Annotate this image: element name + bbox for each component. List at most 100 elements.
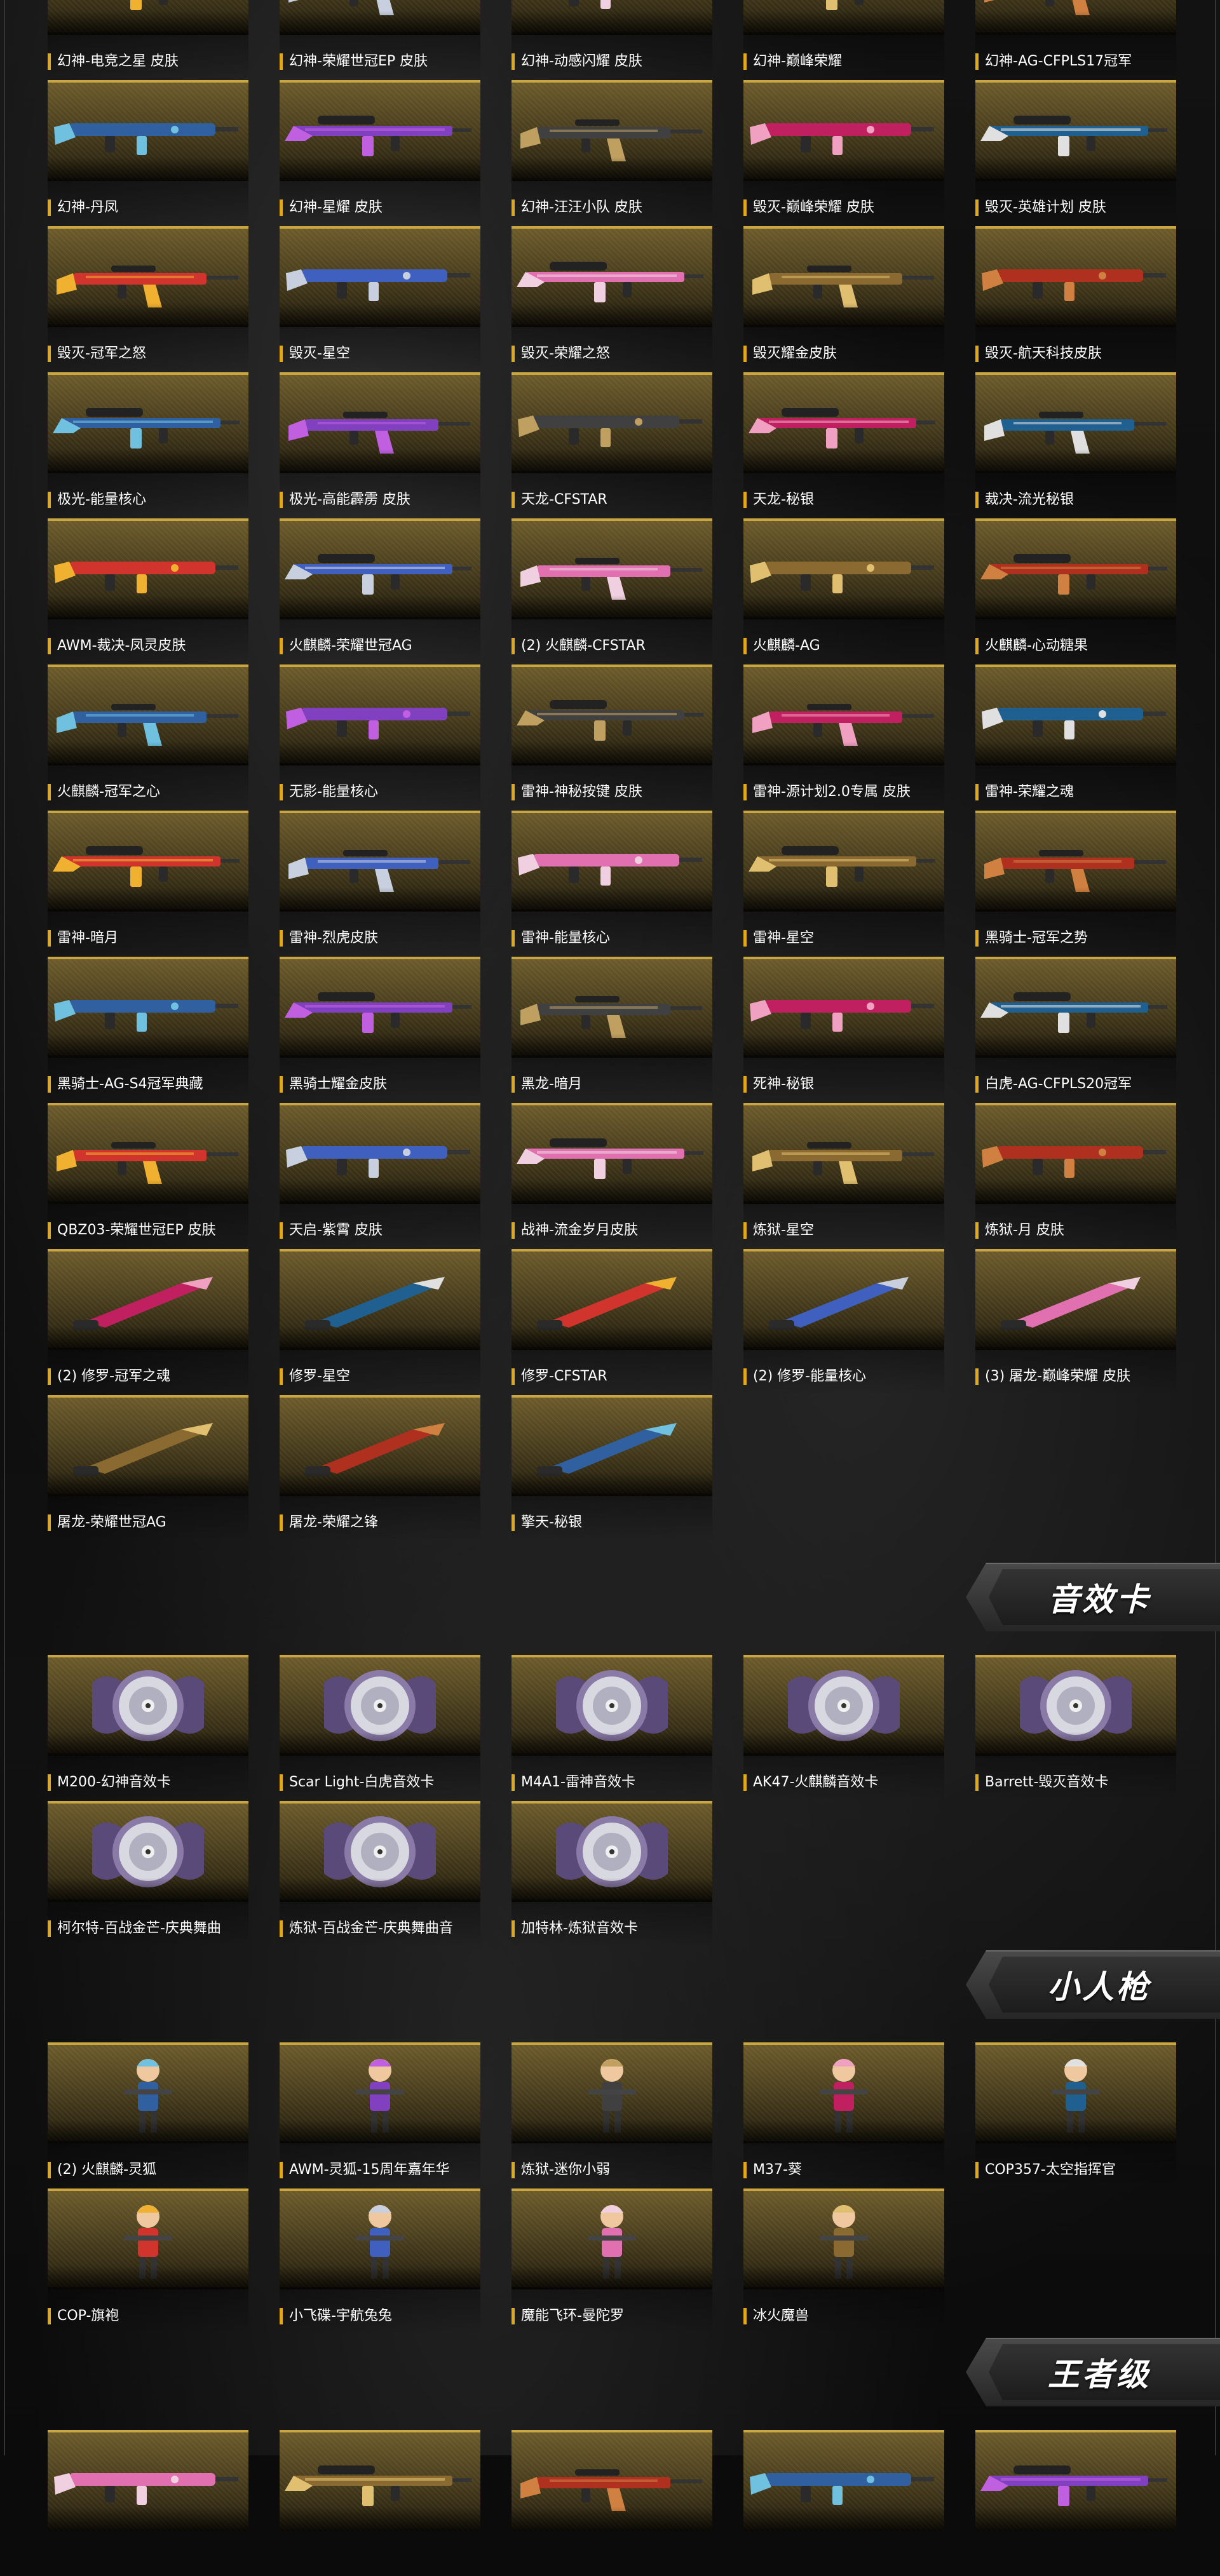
sound-card-tile[interactable]: 柯尔特-百战金芒-庆典舞曲 [48, 1801, 248, 1947]
king-tile[interactable] [743, 2430, 944, 2576]
weapon-tile[interactable]: 火麒麟-冠军之心 [48, 664, 248, 811]
weapon-name: 毁灭耀金皮肤 [743, 346, 944, 362]
weapon-tile[interactable]: (2) 修罗-冠军之魂 [48, 1249, 248, 1395]
weapon-tile[interactable]: 毁灭-英雄计划 皮肤 [975, 80, 1176, 226]
sound-section-title: 音效卡 [1048, 1581, 1151, 1618]
figure-card-image [512, 2188, 712, 2289]
weapon-tile[interactable]: 火麒麟-AG [743, 518, 944, 664]
figure-tile[interactable]: 魔能飞环-曼陀罗 [512, 2188, 712, 2335]
figure-tile[interactable]: (2) 火麒麟-灵狐 [48, 2042, 248, 2188]
weapon-tile[interactable]: 毁灭-巅峰荣耀 皮肤 [743, 80, 944, 226]
weapon-tile[interactable]: 幻神-巅峰荣耀 [743, 0, 944, 80]
mini-figure-icon [124, 2059, 172, 2133]
melee-weapon-icon [305, 1277, 445, 1330]
weapon-card-image [48, 226, 248, 327]
sound-card-tile[interactable]: Scar Light-白虎音效卡 [280, 1655, 480, 1801]
weapon-tile[interactable]: 炼狱-月 皮肤 [975, 1103, 1176, 1249]
weapon-tile[interactable]: 黑龙-暗月 [512, 957, 712, 1103]
weapon-tile[interactable]: 雷神-烈虎皮肤 [280, 811, 480, 957]
weapon-tile[interactable]: 幻神-丹凤 [48, 80, 248, 226]
weapon-tile[interactable]: 炼狱-星空 [743, 1103, 944, 1249]
figure-tile[interactable]: COP357-太空指挥官 [975, 2042, 1176, 2188]
weapon-tile[interactable]: 裁决-流光秘银 [975, 372, 1176, 518]
weapon-card-image [48, 1249, 248, 1350]
weapon-tile[interactable]: (2) 火麒麟-CFSTAR [512, 518, 712, 664]
king-tile[interactable] [512, 2430, 712, 2576]
sound-card-tile[interactable]: M200-幻神音效卡 [48, 1655, 248, 1801]
figure-tile[interactable]: 小飞碟-宇航兔兔 [280, 2188, 480, 2335]
assault-rifle-icon [57, 1142, 238, 1184]
sound-card-tile[interactable]: AK47-火麒麟音效卡 [743, 1655, 944, 1801]
figure-tile[interactable]: 炼狱-迷你小弱 [512, 2042, 712, 2188]
figure-tile[interactable]: M37-葵 [743, 2042, 944, 2188]
weapon-tile[interactable]: 天启-紫霄 皮肤 [280, 1103, 480, 1249]
weapon-card-image [975, 1103, 1176, 1204]
figure-tile[interactable]: 冰火魔兽 [743, 2188, 944, 2335]
weapon-tile[interactable]: 毁灭-星空 [280, 226, 480, 372]
figure-tile[interactable]: AWM-灵狐-15周年嘉年华 [280, 2042, 480, 2188]
weapon-tile[interactable]: 死神-秘银 [743, 957, 944, 1103]
weapon-tile[interactable]: 雷神-神秘按键 皮肤 [512, 664, 712, 811]
weapon-tile[interactable]: 毁灭-冠军之怒 [48, 226, 248, 372]
weapon-tile[interactable]: 毁灭-荣耀之怒 [512, 226, 712, 372]
weapon-tile[interactable]: AWM-裁决-凤灵皮肤 [48, 518, 248, 664]
weapon-tile[interactable]: 雷神-暗月 [48, 811, 248, 957]
weapon-name: 黑骑士耀金皮肤 [280, 1076, 480, 1093]
weapon-tile[interactable]: 屠龙-荣耀世冠AG [48, 1395, 248, 1541]
king-tile[interactable] [48, 2430, 248, 2576]
mini-figure-icon [1052, 2059, 1100, 2133]
weapon-tile[interactable]: 修罗-星空 [280, 1249, 480, 1395]
weapon-tile[interactable]: 黑骑士-AG-S4冠军典藏 [48, 957, 248, 1103]
weapon-tile[interactable]: 黑骑士-冠军之势 [975, 811, 1176, 957]
weapon-tile[interactable]: 火麒麟-心动糖果 [975, 518, 1176, 664]
weapon-tile[interactable]: 幻神-电竞之星 皮肤 [48, 0, 248, 80]
weapon-name: 雷神-神秘按键 皮肤 [512, 784, 712, 800]
weapon-tile[interactable]: 毁灭-航天科技皮肤 [975, 226, 1176, 372]
king-card-image [743, 2430, 944, 2531]
weapon-tile[interactable]: QBZ03-荣耀世冠EP 皮肤 [48, 1103, 248, 1249]
weapon-tile[interactable]: 火麒麟-荣耀世冠AG [280, 518, 480, 664]
figure-tile[interactable]: COP-旗袍 [48, 2188, 248, 2335]
weapon-tile[interactable]: 毁灭耀金皮肤 [743, 226, 944, 372]
weapon-tile[interactable]: 修罗-CFSTAR [512, 1249, 712, 1395]
weapon-tile[interactable]: 雷神-源计划2.0专属 皮肤 [743, 664, 944, 811]
weapon-tile[interactable]: 雷神-荣耀之魂 [975, 664, 1176, 811]
assault-rifle-icon [752, 704, 934, 746]
weapon-tile[interactable]: 擎天-秘银 [512, 1395, 712, 1541]
weapon-tile[interactable]: 雷神-星空 [743, 811, 944, 957]
weapon-tile[interactable]: (3) 屠龙-巅峰荣耀 皮肤 [975, 1249, 1176, 1395]
weapon-name: 毁灭-航天科技皮肤 [975, 346, 1176, 362]
weapon-tile[interactable]: 战神-流金岁月皮肤 [512, 1103, 712, 1249]
weapon-tile[interactable]: 极光-能量核心 [48, 372, 248, 518]
weapon-name: 幻神-荣耀世冠EP 皮肤 [280, 53, 480, 70]
weapon-card-image [512, 226, 712, 327]
weapon-tile[interactable]: 屠龙-荣耀之锋 [280, 1395, 480, 1541]
weapon-tile[interactable]: 天龙-秘银 [743, 372, 944, 518]
weapon-tile[interactable]: 幻神-动感闪耀 皮肤 [512, 0, 712, 80]
sound-card-tile[interactable]: 加特林-炼狱音效卡 [512, 1801, 712, 1947]
weapon-tile[interactable]: 幻神-汪汪小队 皮肤 [512, 80, 712, 226]
weapon-icon [54, 562, 238, 593]
weapon-tile[interactable]: 幻神-荣耀世冠EP 皮肤 [280, 0, 480, 80]
figure-name: COP357-太空指挥官 [975, 2162, 1176, 2178]
weapon-tile[interactable]: 白虎-AG-CFPLS20冠军 [975, 957, 1176, 1103]
weapon-name: (2) 修罗-能量核心 [743, 1368, 944, 1385]
weapon-tile[interactable]: 幻神-星耀 皮肤 [280, 80, 480, 226]
sound-card-tile[interactable]: M4A1-雷神音效卡 [512, 1655, 712, 1801]
weapon-tile[interactable]: 雷神-能量核心 [512, 811, 712, 957]
king-tile[interactable] [280, 2430, 480, 2576]
mini-figure-icon [124, 2205, 172, 2279]
weapon-tile[interactable]: 极光-高能霹雳 皮肤 [280, 372, 480, 518]
weapon-tile[interactable]: (2) 修罗-能量核心 [743, 1249, 944, 1395]
weapon-tile[interactable]: 天龙-CFSTAR [512, 372, 712, 518]
king-tile[interactable] [975, 2430, 1176, 2576]
weapon-tile[interactable]: 幻神-AG-CFPLS17冠军 [975, 0, 1176, 80]
sound-card-tile[interactable]: Barrett-毁灭音效卡 [975, 1655, 1176, 1801]
assault-rifle-icon [984, 0, 1090, 15]
rifle-icon [980, 992, 1167, 1033]
sound-card-tile[interactable]: 炼狱-百战金芒-庆典舞曲音 [280, 1801, 480, 1947]
weapon-card-image [975, 372, 1176, 473]
weapon-tile[interactable]: 黑骑士耀金皮肤 [280, 957, 480, 1103]
weapon-name: 修罗-星空 [280, 1368, 480, 1385]
weapon-tile[interactable]: 无影-能量核心 [280, 664, 480, 811]
